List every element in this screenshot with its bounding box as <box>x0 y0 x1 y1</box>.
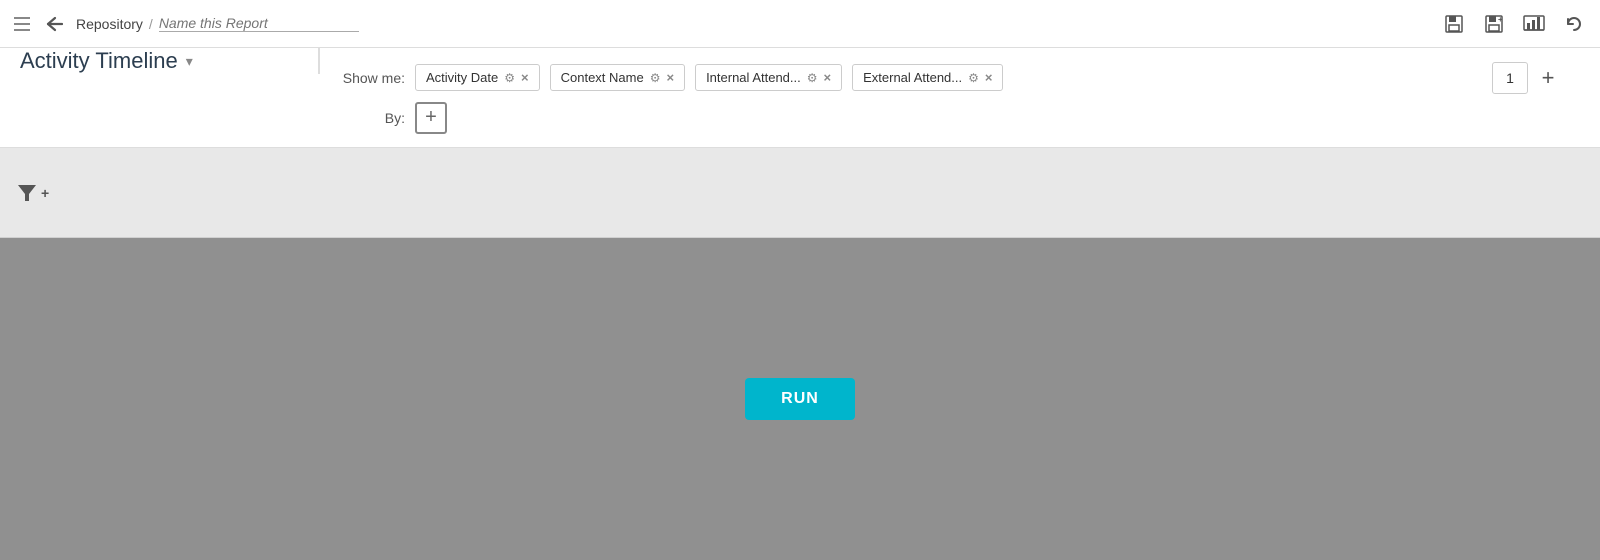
page-controls: 1 + <box>1492 62 1580 94</box>
save-icon <box>1444 14 1464 34</box>
chart-icon <box>1523 14 1545 34</box>
back-button[interactable] <box>40 10 68 38</box>
undo-button[interactable] <box>1560 10 1588 38</box>
undo-icon <box>1564 14 1584 34</box>
close-icon-external-attend[interactable]: × <box>985 70 993 85</box>
gear-icon-external-attend[interactable]: ⚙ <box>968 71 979 85</box>
run-button[interactable]: RUN <box>745 378 855 420</box>
field-label-context-name: Context Name <box>561 70 644 85</box>
save-as-icon: + <box>1484 14 1504 34</box>
save-button[interactable] <box>1440 10 1468 38</box>
navbar-left: Repository / <box>12 10 359 38</box>
filter-area <box>59 163 1584 223</box>
show-me-label: Show me: <box>340 70 405 86</box>
field-label-external-attend: External Attend... <box>863 70 962 85</box>
filter-row: + <box>0 148 1600 238</box>
add-page-button[interactable]: + <box>1532 62 1564 94</box>
svg-text:+: + <box>1498 15 1503 24</box>
chart-button[interactable] <box>1520 10 1548 38</box>
back-arrow-icon <box>45 16 63 32</box>
gear-icon-activity-date[interactable]: ⚙ <box>504 71 515 85</box>
field-pill-external-attend[interactable]: External Attend... ⚙ × <box>852 64 1003 91</box>
close-icon-internal-attend[interactable]: × <box>824 70 832 85</box>
nav-toggle-button[interactable] <box>12 14 32 34</box>
main-content: RUN <box>0 238 1600 560</box>
report-type-label: Activity Timeline <box>20 48 178 74</box>
funnel-icon <box>16 182 38 204</box>
breadcrumb-separator: / <box>149 16 153 32</box>
add-by-field-button[interactable]: + <box>415 102 447 134</box>
controls-row: Activity Timeline ▾ Show me: Activity Da… <box>0 48 1600 148</box>
filter-add-indicator: + <box>41 185 49 201</box>
page-number: 1 <box>1492 62 1528 94</box>
close-icon-activity-date[interactable]: × <box>521 70 529 85</box>
field-pill-internal-attend[interactable]: Internal Attend... ⚙ × <box>695 64 842 91</box>
close-icon-context-name[interactable]: × <box>666 70 674 85</box>
navbar: Repository / + <box>0 0 1600 48</box>
menu-icon <box>14 17 30 31</box>
breadcrumb: Repository / <box>76 15 359 32</box>
show-me-row: Show me: Activity Date ⚙ × Context Name … <box>340 62 1580 94</box>
by-row: By: + <box>340 102 1580 134</box>
field-pill-context-name[interactable]: Context Name ⚙ × <box>550 64 685 91</box>
save-as-button[interactable]: + <box>1480 10 1508 38</box>
field-label-activity-date: Activity Date <box>426 70 498 85</box>
report-type-selector[interactable]: Activity Timeline ▾ <box>0 48 320 74</box>
gear-icon-internal-attend[interactable]: ⚙ <box>807 71 818 85</box>
gear-icon-context-name[interactable]: ⚙ <box>650 71 661 85</box>
by-label: By: <box>340 110 405 126</box>
breadcrumb-repo: Repository <box>76 16 143 32</box>
report-type-dropdown-arrow[interactable]: ▾ <box>186 53 193 70</box>
report-name-input[interactable] <box>159 15 359 32</box>
show-by-area: Show me: Activity Date ⚙ × Context Name … <box>320 52 1600 144</box>
field-label-internal-attend: Internal Attend... <box>706 70 801 85</box>
navbar-right: + <box>1440 10 1588 38</box>
filter-icon[interactable]: + <box>16 182 49 204</box>
field-pill-activity-date[interactable]: Activity Date ⚙ × <box>415 64 540 91</box>
